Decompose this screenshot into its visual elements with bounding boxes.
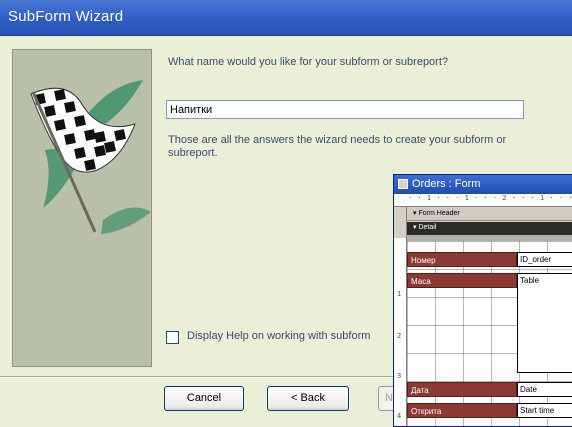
vertical-ruler: 1 2 3 4 xyxy=(394,238,407,426)
checkered-flag-icon xyxy=(30,80,151,234)
ruler-v-mark: 4 xyxy=(397,412,402,420)
field-label-table[interactable]: Маса xyxy=(407,273,517,288)
detail-label: Detail xyxy=(418,224,437,231)
field-control-table[interactable]: Table xyxy=(517,273,572,373)
help-checkbox[interactable] xyxy=(166,331,179,344)
help-checkbox-label[interactable]: Display Help on working with subform xyxy=(187,330,370,342)
horizontal-ruler: · · 1 · · · 1 · · · 2 · · · 1 · · · 3 · … xyxy=(394,194,572,207)
detail-section-bar[interactable]: ▾ Detail xyxy=(407,222,572,235)
field-control-date[interactable]: Date xyxy=(517,382,572,397)
back-button[interactable]: < Back xyxy=(267,386,349,411)
info-text: Those are all the answers the wizard nee… xyxy=(168,134,507,159)
ruler-marks: · · 1 · · · 1 · · · 2 · · · 1 · · · 3 · … xyxy=(408,194,572,202)
ruler-v-mark: 2 xyxy=(397,332,402,340)
wizard-title: SubForm Wizard xyxy=(8,8,124,25)
ruler-v-mark: 1 xyxy=(397,290,402,298)
field-control-id-order[interactable]: ID_order xyxy=(517,252,572,267)
field-control-start-time[interactable]: Start time xyxy=(517,403,572,418)
ruler-v-mark: 3 xyxy=(397,372,402,380)
wizard-art-panel xyxy=(12,49,152,367)
cancel-button[interactable]: Cancel xyxy=(164,386,244,411)
form-window-icon xyxy=(398,179,408,189)
field-label-opened[interactable]: Открита xyxy=(407,403,517,418)
form-header-label: Form Header xyxy=(418,210,460,217)
subform-name-input[interactable] xyxy=(166,100,524,119)
wizard-title-bar: SubForm Wizard xyxy=(0,0,572,36)
name-question-label: What name would you like for your subfor… xyxy=(168,56,449,68)
orders-form-title: Orders : Form xyxy=(412,178,481,190)
orders-form-window[interactable]: Orders : Form · · 1 · · · 1 · · · 2 · · … xyxy=(393,174,572,427)
orders-form-title-bar[interactable]: Orders : Form xyxy=(394,175,572,194)
field-label-date[interactable]: Дата xyxy=(407,382,517,397)
form-header-section-bar[interactable]: ▾ Form Header xyxy=(407,208,572,221)
section-selector[interactable] xyxy=(394,207,407,238)
field-label-number[interactable]: Номер xyxy=(407,252,517,267)
